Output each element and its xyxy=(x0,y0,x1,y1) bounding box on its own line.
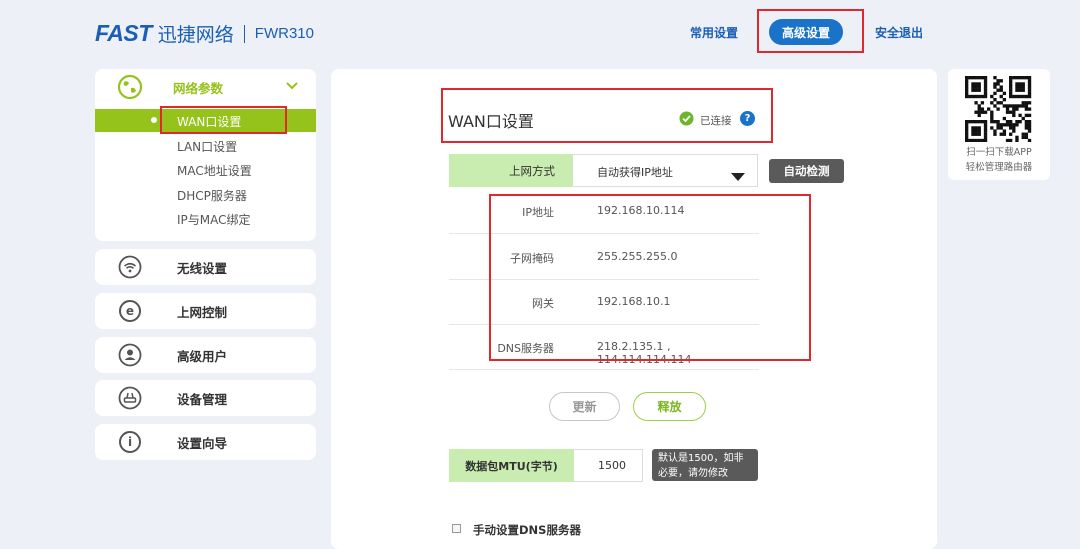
ip-value: 192.168.10.114 xyxy=(597,204,685,217)
qr-code-icon xyxy=(965,76,1032,146)
globe-icon xyxy=(117,74,143,100)
sidebar-item-network[interactable]: 网络参数 xyxy=(95,69,316,105)
sidebar-label-advanced-user: 高级用户 xyxy=(177,348,228,364)
logo-divider xyxy=(243,24,245,43)
mtu-input[interactable]: 1500 xyxy=(574,449,643,482)
router-icon xyxy=(118,386,142,410)
subnet-value: 255.255.255.0 xyxy=(597,250,678,263)
submenu-mac[interactable]: MAC地址设置 xyxy=(177,162,252,179)
nav-common-settings[interactable]: 常用设置 xyxy=(690,24,738,41)
help-icon[interactable]: ? xyxy=(740,111,755,126)
qr-caption-line1: 扫一扫下载APP xyxy=(966,147,1032,158)
manual-dns-checkbox[interactable] xyxy=(452,524,461,533)
dropdown-arrow-icon xyxy=(731,167,745,186)
brand-name: FAST xyxy=(95,20,152,46)
gateway-value: 192.168.10.1 xyxy=(597,295,671,308)
ip-label: IP地址 xyxy=(522,206,554,219)
sidebar-item-internet-control[interactable]: e 上网控制 xyxy=(95,293,316,329)
submenu-wan[interactable]: WAN口设置 xyxy=(177,113,241,130)
active-dot-icon xyxy=(151,117,157,123)
qr-caption-line2: 轻松管理路由器 xyxy=(965,162,1033,173)
sidebar-item-advanced-user[interactable]: 高级用户 xyxy=(95,337,316,373)
sidebar-label-internet-control: 上网控制 xyxy=(177,304,228,320)
check-circle-icon xyxy=(679,111,694,130)
submenu-lan[interactable]: LAN口设置 xyxy=(177,138,237,155)
page-title: WAN口设置 xyxy=(448,112,534,131)
sidebar-item-wireless[interactable]: 无线设置 xyxy=(95,249,316,285)
sidebar-item-device-management[interactable]: 设备管理 xyxy=(95,380,316,416)
sidebar-label-wireless: 无线设置 xyxy=(177,260,228,276)
wifi-icon xyxy=(118,255,142,279)
connection-type-label: 上网方式 xyxy=(449,154,573,187)
subnet-label: 子网掩码 xyxy=(510,252,554,265)
submenu-dhcp[interactable]: DHCP服务器 xyxy=(177,187,247,204)
nav-logout[interactable]: 安全退出 xyxy=(875,24,923,41)
sidebar-item-setup-wizard[interactable]: i 设置向导 xyxy=(95,424,316,460)
chevron-down-icon xyxy=(285,78,299,97)
dns-label: DNS服务器 xyxy=(497,342,554,355)
gateway-label: 网关 xyxy=(532,297,554,310)
model-name: FWR310 xyxy=(254,25,314,42)
connection-status: 已连接 xyxy=(700,115,732,127)
submenu-ip-mac-bind[interactable]: IP与MAC绑定 xyxy=(177,211,251,228)
auto-detect-button[interactable]: 自动检测 xyxy=(769,159,844,183)
dns-value: 218.2.135.1 , 114.114.114.114 xyxy=(597,340,692,366)
brand-name-cn: 迅捷网络 xyxy=(157,24,234,46)
renew-button[interactable]: 更新 xyxy=(549,392,620,421)
brand-logo: FAST 迅捷网络 FWR310 xyxy=(95,20,314,47)
sidebar-label-device-management: 设备管理 xyxy=(177,391,228,407)
release-button[interactable]: 释放 xyxy=(633,392,706,421)
nav-advanced-settings[interactable]: 高级设置 xyxy=(769,19,843,45)
sidebar-label-setup-wizard: 设置向导 xyxy=(177,435,228,451)
mtu-label: 数据包MTU(字节) xyxy=(449,449,574,482)
info-icon: i xyxy=(119,431,141,453)
sidebar-network-title: 网络参数 xyxy=(173,80,224,96)
connection-type-select[interactable]: 自动获得IP地址 xyxy=(573,154,758,187)
info-row-dns: DNS服务器 218.2.135.1 , 114.114.114.114 xyxy=(449,324,759,370)
internet-e-icon: e xyxy=(119,300,141,322)
mtu-hint: 默认是1500，如非必要，请勿修改 xyxy=(652,449,758,481)
connection-type-value: 自动获得IP地址 xyxy=(597,166,673,179)
info-row-ip: IP地址 192.168.10.114 xyxy=(449,188,759,234)
user-icon xyxy=(118,343,142,367)
info-row-gateway: 网关 192.168.10.1 xyxy=(449,279,759,325)
info-row-subnet: 子网掩码 255.255.255.0 xyxy=(449,234,759,280)
manual-dns-label: 手动设置DNS服务器 xyxy=(473,523,581,537)
qr-card: 扫一扫下载APP 轻松管理路由器 xyxy=(948,69,1050,180)
